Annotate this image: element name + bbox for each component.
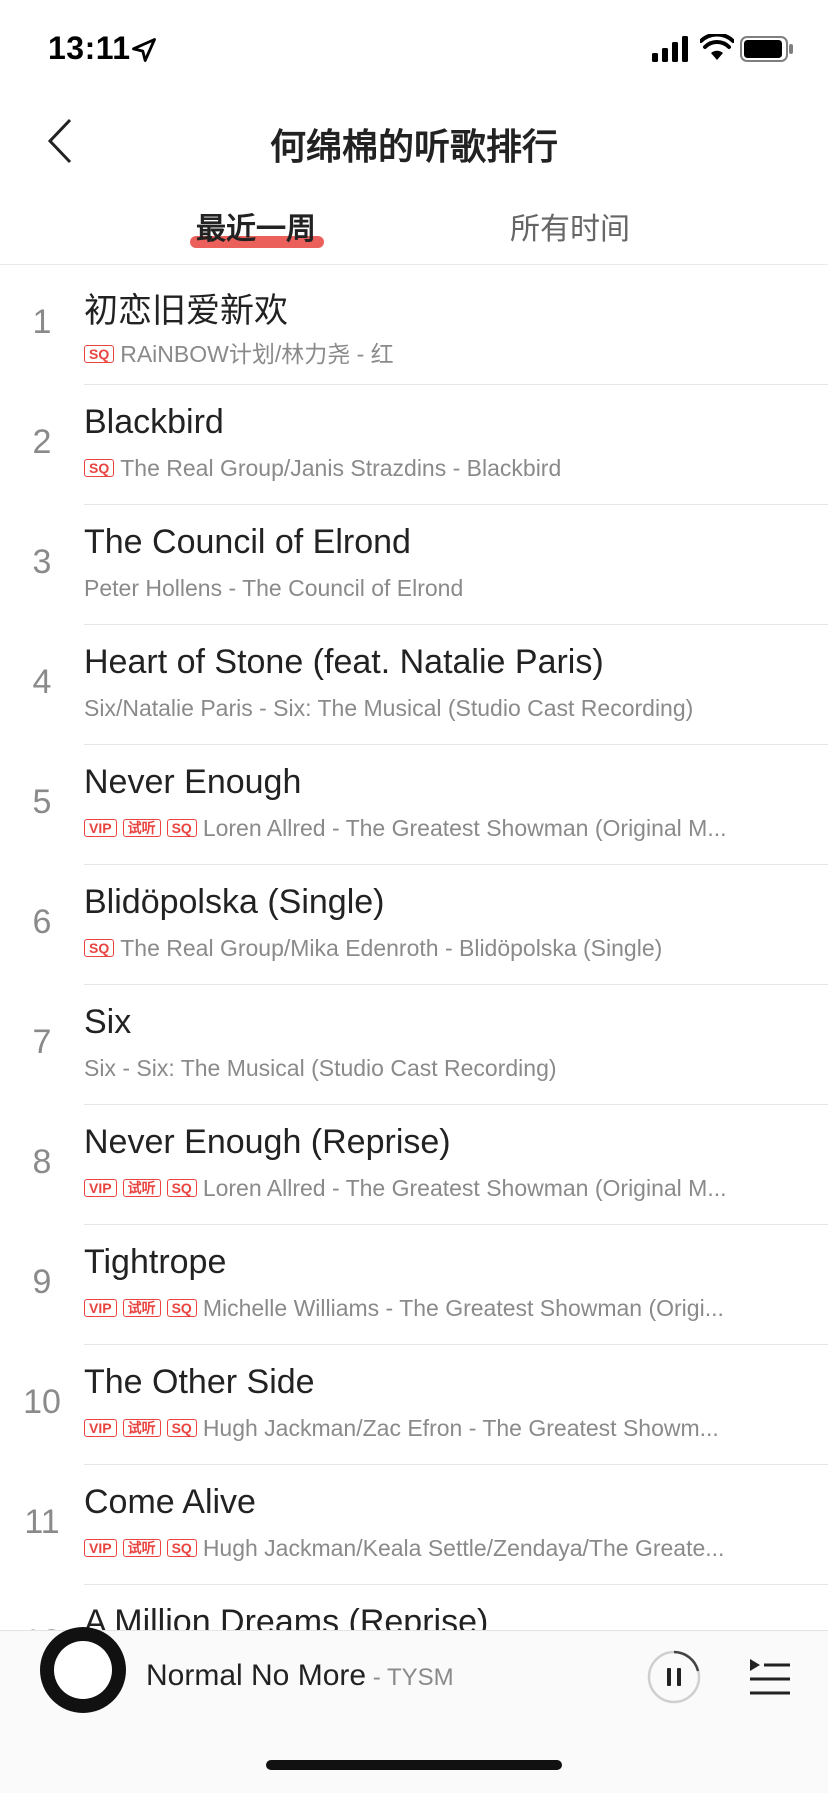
song-artist-album: The Real Group/Janis Strazdins - Blackbi… [120,455,562,481]
song-title: Come Alive [84,1483,256,1521]
song-badge: SQ [166,1299,197,1317]
song-artist-album: Peter Hollens - The Council of Elrond [84,575,464,601]
song-artist-album: Six - Six: The Musical (Studio Cast Reco… [84,1055,557,1081]
status-time: 13:11 [48,30,131,66]
tab-bar: 最近一周 所有时间 [0,196,828,256]
song-row[interactable]: 1 初恋旧爱新欢 SQ RAiNBOW计划/林力尧 - 红 [33,265,828,385]
page-title: 何绵棉的听歌排行 [269,126,558,167]
song-ranking-list: 1 初恋旧爱新欢 SQ RAiNBOW计划/林力尧 - 红 2 Blackbird SQ Th… [0,264,828,1631]
song-title: Tightrope [84,1243,227,1281]
song-title: Heart of Stone (feat. Natalie Paris) [84,643,604,681]
song-rank: 9 [32,1263,52,1301]
song-title: 初恋旧爱新欢 [84,292,288,330]
song-badge: SQ [84,345,115,363]
song-badge: VIP [84,1179,117,1197]
song-rank: 10 [23,1383,61,1421]
now-playing-text[interactable]: Normal No More - TYSM [146,1659,454,1693]
song-badge: SQ [84,939,115,957]
song-badge: VIP [84,1539,117,1557]
song-row[interactable]: 2 Blackbird SQ The Real Group/Janis Strazdi… [33,385,828,505]
tab-all-time[interactable]: 所有时间 [510,204,630,248]
song-artist-album: Loren Allred - The Greatest Showman (Ori… [202,815,727,841]
song-title: Never Enough [84,763,302,801]
song-badge: 试听 [122,1539,161,1557]
song-title: Blidöpolska (Single) [84,883,385,921]
song-subtitle: VIP 试听 SQ Michelle Williams - The Greatest … [84,1295,798,1322]
song-title: Blackbird [84,403,224,441]
page-header: 何绵棉的听歌排行 [0,100,828,180]
song-artist-album: Hugh Jackman/Keala Settle/Zendaya/The Gr… [202,1535,725,1561]
song-subtitle: VIP 试听 SQ Hugh Jackman/Keala Settle/Zendaya… [84,1535,798,1562]
song-title: The Council of Elrond [84,523,411,561]
song-rank: 5 [32,783,52,821]
song-badge: SQ [166,819,197,837]
song-badge: 试听 [122,1299,161,1317]
song-row[interactable]: 4 Heart of Stone (feat. Natalie Paris) Six… [33,625,828,745]
song-subtitle: SQ RAiNBOW计划/林力尧 - 红 [84,335,798,369]
wifi-icon [700,34,734,60]
song-artist-album: Loren Allred - The Greatest Showman (Ori… [202,1175,727,1201]
song-row[interactable]: 12A Million Dreams (Reprise) [23,1585,828,1631]
song-badge: VIP [84,1299,117,1317]
playlist-queue-icon[interactable] [748,1655,792,1699]
song-badge: SQ [166,1179,197,1197]
song-artist-album: Hugh Jackman/Zac Efron - The Greatest Sh… [202,1415,719,1441]
song-subtitle: Six - Six: The Musical (Studio Cast Reco… [84,1055,798,1082]
song-badge: 试听 [122,1419,161,1437]
song-artist-album: RAiNBOW计划/林力尧 - 红 [120,341,394,367]
song-rank: 7 [32,1023,52,1061]
song-badge: 试听 [122,1179,161,1197]
song-rank: 11 [24,1503,60,1541]
song-rank: 1 [32,303,52,341]
song-rank: 8 [32,1143,52,1181]
pause-icon[interactable] [646,1649,702,1705]
album-art [54,1641,112,1699]
song-badge: SQ [166,1539,197,1557]
battery-icon [740,36,793,62]
song-rank: 6 [32,903,52,941]
song-row[interactable]: 8 Never Enough (Reprise) VIP 试听 SQ Loren Allr… [33,1105,828,1225]
song-badge: VIP [84,819,117,837]
song-row[interactable]: 3 The Council of Elrond Peter Hollens - Th… [33,505,828,625]
song-row[interactable]: 10 The Other Side VIP 试听 SQ Hugh Jackman/Zac … [23,1345,828,1465]
song-title: Six [84,1003,132,1041]
song-badge: 试听 [122,819,161,837]
song-subtitle: VIP 试听 SQ Hugh Jackman/Zac Efron - The Grea… [84,1415,798,1442]
song-subtitle: VIP 试听 SQ Loren Allred - The Greatest Showm… [84,1175,798,1202]
song-subtitle: SQ The Real Group/Mika Edenroth - Blidöpo… [84,935,798,962]
song-title: The Other Side [84,1363,315,1401]
song-title: Never Enough (Reprise) [84,1123,451,1161]
now-playing-title: Normal No More [146,1659,367,1692]
song-title: A Million Dreams (Reprise) [84,1603,489,1631]
song-subtitle: VIP 试听 SQ Loren Allred - The Greatest Showm… [84,815,798,842]
song-artist-album: Michelle Williams - The Greatest Showman… [202,1295,724,1321]
status-bar: 13:11 [0,0,828,100]
song-badge: VIP [84,1419,117,1437]
song-row[interactable]: 6 Blidöpolska (Single) SQ The Real Group/Mi… [33,865,828,985]
now-playing-artist: TYSM [386,1664,454,1691]
home-indicator[interactable] [266,1760,562,1770]
album-disc[interactable] [40,1627,126,1713]
location-arrow-icon [132,38,156,62]
song-row[interactable]: 9 Tightrope VIP 试听 SQ Michelle Williams - The… [33,1225,828,1345]
song-rank: 4 [32,663,52,701]
cellular-signal-icon [652,36,688,62]
song-badge: SQ [84,459,115,477]
song-row[interactable]: 11 Come Alive VIP 试听 SQ Hugh Jackman/Keala Se… [24,1465,828,1585]
song-rank: 3 [32,543,52,581]
song-artist-album: The Real Group/Mika Edenroth - Blidöpols… [120,935,663,961]
song-subtitle: SQ The Real Group/Janis Strazdins - Black… [84,455,798,482]
song-row[interactable]: 5 Never Enough VIP 试听 SQ Loren Allred - The G… [33,745,828,865]
song-artist-album: Six/Natalie Paris - Six: The Musical (St… [84,695,694,721]
song-row[interactable]: 7 Six Six - Six: The Musical (Studio Cast … [33,985,828,1105]
tab-recent-week[interactable]: 最近一周 [196,204,316,248]
song-badge: SQ [166,1419,197,1437]
song-rank: 2 [32,423,52,461]
song-subtitle: Peter Hollens - The Council of Elrond [84,575,798,602]
now-playing-separator: - [366,1664,387,1691]
song-subtitle: Six/Natalie Paris - Six: The Musical (St… [84,695,798,722]
